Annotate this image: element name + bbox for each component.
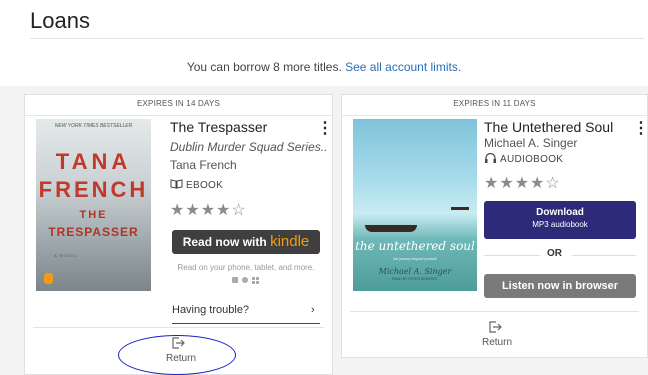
rating-stars: ★★★★☆ bbox=[484, 175, 561, 192]
book-title[interactable]: The Untethered Soul bbox=[484, 119, 613, 135]
download-label: Download bbox=[536, 207, 584, 218]
download-format: MP3 audiobook bbox=[532, 220, 588, 229]
cover-subtitle: the journey beyond yourself bbox=[393, 257, 437, 261]
having-trouble-link[interactable]: Having trouble? bbox=[172, 304, 320, 316]
cover-line-4: TRESPASSER bbox=[48, 225, 139, 239]
book-cover[interactable]: NEW YORK TIMES BESTSELLER TANA FRENCH TH… bbox=[36, 119, 151, 291]
download-button[interactable]: Download MP3 audiobook bbox=[484, 201, 636, 239]
or-label: OR bbox=[547, 248, 562, 259]
read-note-text: Read on your phone, tablet, and more. bbox=[177, 263, 315, 272]
cover-narrator: READ BY PETER BERKROT bbox=[392, 277, 438, 281]
book-title[interactable]: The Trespasser bbox=[170, 119, 267, 135]
cover-boat-small bbox=[451, 207, 469, 210]
book-series[interactable]: Dublin Murder Squad Series... bbox=[170, 140, 326, 154]
return-icon[interactable] bbox=[488, 320, 502, 334]
chevron-right-icon[interactable]: › bbox=[311, 304, 315, 316]
or-divider-right bbox=[572, 255, 636, 256]
rating-stars: ★★★★☆ bbox=[170, 202, 247, 219]
format-label: AUDIOBOOK bbox=[500, 154, 564, 165]
publisher-logo bbox=[44, 273, 53, 284]
cover-line-3: THE bbox=[79, 209, 108, 221]
annotation-circle bbox=[118, 335, 236, 375]
cover-line-1: TANA bbox=[55, 149, 132, 174]
headphones-icon bbox=[485, 153, 496, 163]
expires-label: EXPIRES IN 11 DAYS bbox=[342, 95, 647, 116]
loan-card-trespasser: EXPIRES IN 14 DAYS NEW YORK TIMES BESTSE… bbox=[24, 94, 333, 375]
cover-banner: NEW YORK TIMES BESTSELLER bbox=[54, 123, 133, 129]
listen-in-browser-button[interactable]: Listen now in browser bbox=[484, 274, 636, 298]
cover-line-2: FRENCH bbox=[38, 177, 149, 202]
title-divider bbox=[30, 38, 644, 39]
windows-icon bbox=[252, 277, 259, 284]
more-options-icon[interactable]: ⋮ bbox=[317, 121, 333, 137]
format-label: EBOOK bbox=[186, 180, 224, 191]
expires-label: EXPIRES IN 14 DAYS bbox=[25, 95, 332, 116]
trouble-underline bbox=[172, 323, 320, 324]
apple-icon bbox=[242, 277, 248, 283]
borrow-limits-text: You can borrow 8 more titles. bbox=[186, 60, 346, 74]
more-options-icon[interactable]: ⋮ bbox=[633, 121, 648, 137]
cover-title: the untethered soul bbox=[355, 239, 475, 253]
return-button[interactable]: Return bbox=[482, 337, 512, 348]
kindle-button-prefix: Read now with bbox=[182, 235, 271, 249]
card-divider bbox=[33, 327, 324, 328]
book-author[interactable]: Michael A. Singer bbox=[484, 136, 577, 150]
account-limits-link[interactable]: See all account limits. bbox=[345, 60, 461, 74]
cover-boat bbox=[365, 225, 417, 232]
page-title: Loans bbox=[30, 8, 90, 33]
cover-tag: A NOVEL bbox=[54, 253, 79, 258]
book-icon bbox=[170, 179, 183, 189]
android-icon bbox=[232, 277, 238, 283]
book-format: EBOOK bbox=[170, 179, 223, 191]
book-cover[interactable]: the untethered soul the journey beyond y… bbox=[353, 119, 477, 291]
or-divider-left bbox=[484, 255, 540, 256]
borrow-limits: You can borrow 8 more titles. See all ac… bbox=[0, 60, 648, 74]
device-icons bbox=[232, 277, 259, 284]
kindle-brand: kindle bbox=[270, 233, 310, 250]
book-author[interactable]: Tana French bbox=[170, 158, 237, 172]
card-divider bbox=[350, 311, 639, 312]
read-note: Read on your phone, tablet, and more. bbox=[172, 261, 320, 287]
read-with-kindle-button[interactable]: Read now with kindle bbox=[172, 230, 320, 254]
loan-card-untethered-soul: EXPIRES IN 11 DAYS the untethered soul t… bbox=[341, 94, 648, 358]
book-format: AUDIOBOOK bbox=[484, 153, 563, 165]
cover-author: Michael A. Singer bbox=[378, 267, 452, 276]
